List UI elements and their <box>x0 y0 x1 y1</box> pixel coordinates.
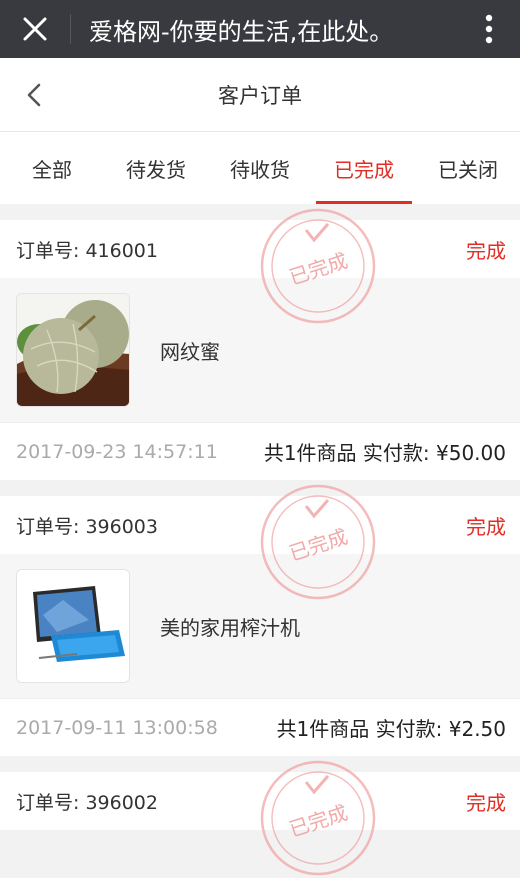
more-button[interactable] <box>458 0 520 58</box>
goods-thumbnail <box>16 293 130 407</box>
tab-completed[interactable]: 已完成 <box>312 132 416 204</box>
melon-image <box>17 294 129 406</box>
order-time: 2017-09-23 14:57:11 <box>16 440 218 463</box>
tab-pending-shipment[interactable]: 待发货 <box>104 132 208 204</box>
page-title: 爱格网-你要的生活,在此处。 <box>89 17 394 46</box>
order-list: 订单号: 416001 完成 网纹蜜 2017-09-23 14:57:11 共… <box>0 204 520 876</box>
order-header: 订单号: 396003 完成 <box>0 496 520 554</box>
order-number: 订单号: 396002 <box>16 791 158 814</box>
tab-pending-receipt[interactable]: 待收货 <box>208 132 312 204</box>
close-button[interactable] <box>0 0 70 58</box>
order-total: 共1件商品 实付款: ¥2.50 <box>276 717 506 741</box>
tab-all[interactable]: 全部 <box>0 132 104 204</box>
tab-closed[interactable]: 已关闭 <box>416 132 520 204</box>
goods-name: 网纹蜜 <box>160 339 220 364</box>
order-card[interactable]: 订单号: 416001 完成 网纹蜜 2017-09-23 14:57:11 共… <box>0 208 520 480</box>
header-title: 客户订单 <box>218 83 302 108</box>
order-footer: 2017-09-23 14:57:11 共1件商品 实付款: ¥50.00 <box>0 422 520 480</box>
order-header: 订单号: 416001 完成 <box>0 220 520 278</box>
order-status: 完成 <box>466 790 506 815</box>
order-total: 共1件商品 实付款: ¥50.00 <box>263 441 506 465</box>
page-header: 客户订单 <box>0 58 520 132</box>
order-status: 完成 <box>466 514 506 539</box>
order-number: 订单号: 396003 <box>16 515 158 538</box>
order-goods[interactable]: 网纹蜜 <box>0 278 520 422</box>
goods-name: 美的家用榨汁机 <box>160 615 300 640</box>
order-number: 订单号: 416001 <box>16 239 158 262</box>
order-goods[interactable]: 美的家用榨汁机 <box>0 554 520 698</box>
wechat-title-bar: 爱格网-你要的生活,在此处。 <box>0 0 520 58</box>
order-tabs: 全部 待发货 待收货 已完成 已关闭 <box>0 132 520 204</box>
order-footer: 2017-09-11 13:00:58 共1件商品 实付款: ¥2.50 <box>0 698 520 756</box>
order-status: 完成 <box>466 238 506 263</box>
order-card[interactable]: 订单号: 396002 完成 已完成 <box>0 760 520 876</box>
back-icon[interactable] <box>22 82 48 108</box>
order-header: 订单号: 396002 完成 <box>0 772 520 830</box>
more-vertical-icon <box>485 14 493 44</box>
goods-thumbnail <box>16 569 130 683</box>
order-time: 2017-09-11 13:00:58 <box>16 716 218 739</box>
order-card[interactable]: 订单号: 396003 完成 美的家用榨汁机 2017-09-11 13:00:… <box>0 484 520 756</box>
tablet-image <box>17 570 129 682</box>
close-icon <box>23 17 47 41</box>
